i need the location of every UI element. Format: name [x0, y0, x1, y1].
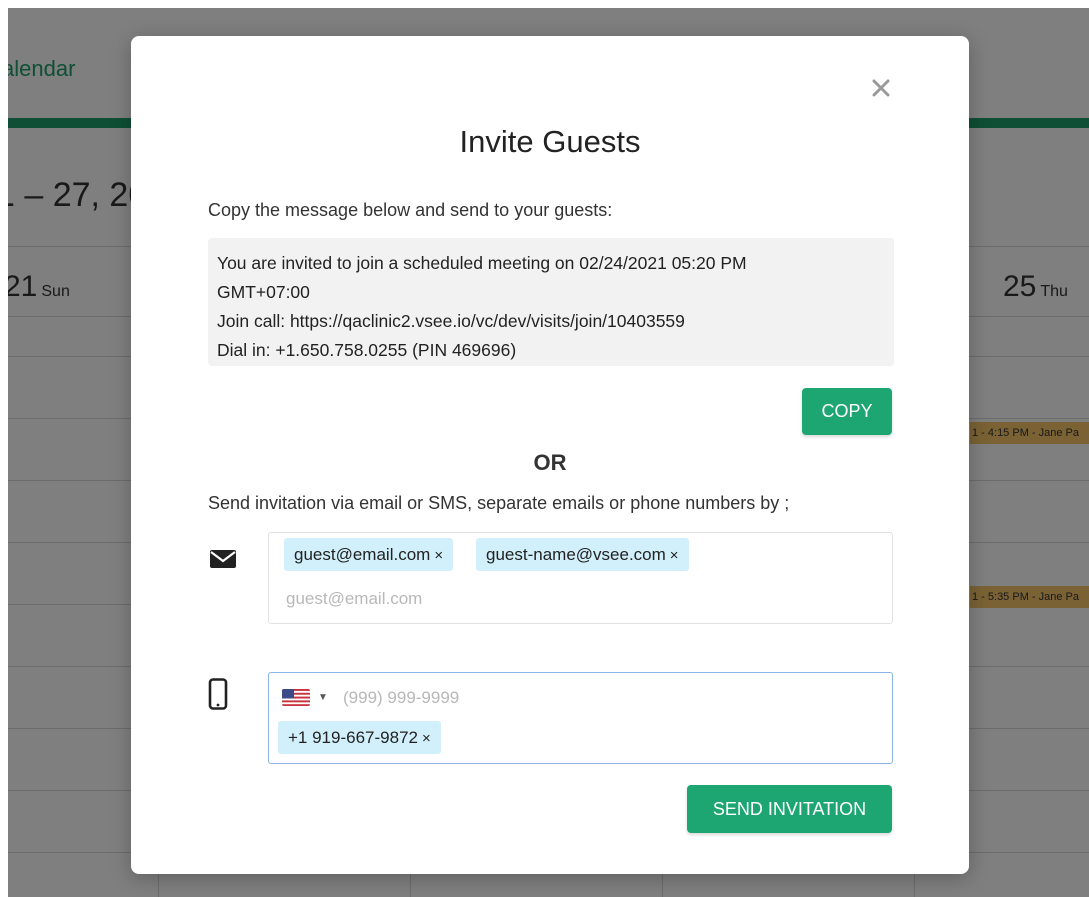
- or-divider: OR: [533, 450, 567, 475]
- copy-instruction: Copy the message below and send to your …: [208, 200, 613, 220]
- remove-tag-icon[interactable]: ×: [434, 547, 443, 564]
- envelope-icon: [209, 548, 237, 575]
- message-line: Dial in: +1.650.758.0255 (PIN 469696): [217, 340, 517, 360]
- copy-button[interactable]: COPY: [802, 388, 892, 435]
- email-tag: guest@email.com ×: [284, 538, 454, 571]
- invite-guests-modal: Invite Guests Copy the message below and…: [131, 36, 969, 874]
- remove-tag-icon[interactable]: ×: [670, 547, 679, 564]
- email-tag: guest-name@vsee.com ×: [476, 538, 689, 571]
- send-instruction: Send invitation via email or SMS, separa…: [208, 493, 790, 513]
- email-tag-text: guest@email.com: [294, 545, 431, 564]
- chevron-down-icon: ▼: [318, 692, 328, 703]
- message-line: Join call: https://qaclinic2.vsee.io/vc/…: [217, 311, 685, 331]
- phone-tag-text: +1 919-667-9872: [288, 728, 418, 747]
- phone-input[interactable]: [341, 682, 645, 714]
- send-invitation-button[interactable]: SEND INVITATION: [687, 785, 892, 833]
- email-input[interactable]: [284, 583, 688, 615]
- invitation-message: You are invited to join a scheduled meet…: [208, 238, 894, 366]
- message-line: GMT+07:00: [217, 282, 310, 302]
- country-code-select[interactable]: ▼: [282, 689, 328, 706]
- phone-tag: +1 919-667-9872 ×: [278, 721, 441, 754]
- phone-recipients-field[interactable]: ▼ +1 919-667-9872×: [268, 672, 893, 764]
- close-icon[interactable]: [869, 76, 893, 100]
- modal-title: Invite Guests: [459, 124, 641, 159]
- remove-tag-icon[interactable]: ×: [422, 730, 431, 747]
- us-flag-icon: [282, 689, 310, 706]
- email-recipients-field[interactable]: guest@email.com × guest-name@vsee.com ×: [268, 532, 893, 624]
- mobile-phone-icon: [208, 678, 228, 715]
- email-tag-text: guest-name@vsee.com: [486, 545, 666, 564]
- message-line: You are invited to join a scheduled meet…: [217, 253, 747, 273]
